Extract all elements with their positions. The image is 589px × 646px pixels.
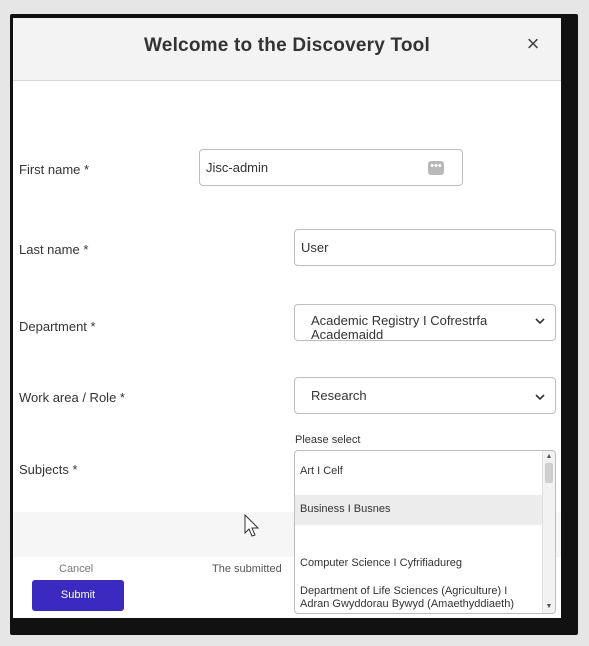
subject-option-line1: Department of Life Sciences (Agriculture…: [300, 585, 508, 597]
scroll-down-icon[interactable]: ▼: [545, 603, 553, 611]
submit-button[interactable]: Submit: [32, 580, 124, 611]
work-area-label: Work area / Role *: [19, 390, 125, 405]
submitted-note: The submitted: [212, 563, 282, 575]
subjects-label: Subjects *: [19, 462, 78, 477]
department-label: Department *: [19, 319, 96, 334]
cancel-button[interactable]: Cancel: [59, 563, 93, 575]
subjects-listbox[interactable]: Art I Celf Business I Busnes Computer Sc…: [294, 450, 556, 614]
work-area-select[interactable]: Research: [294, 377, 556, 414]
subject-option[interactable]: Department of Life Sciences (Agriculture…: [295, 585, 545, 613]
last-name-field[interactable]: User: [294, 229, 556, 266]
first-name-label: First name *: [19, 162, 90, 177]
screen: Welcome to the Discovery Tool × First na…: [0, 0, 589, 646]
subject-option[interactable]: Art I Celf: [295, 465, 545, 481]
first-name-value: Jisc-admin: [206, 160, 269, 175]
chevron-down-icon: [535, 314, 545, 329]
scroll-thumb[interactable]: [545, 463, 553, 483]
subject-option-line2: Adran Gwyddorau Bywyd (Amaethyddiaeth): [300, 598, 514, 610]
subjects-hint: Please select: [295, 434, 361, 446]
listbox-scrollbar[interactable]: ▲ ▼: [542, 451, 555, 613]
first-name-field[interactable]: Jisc-admin •••: [199, 149, 463, 186]
modal-header: Welcome to the Discovery Tool ×: [13, 18, 561, 81]
mouse-cursor-icon: [244, 514, 260, 537]
subject-option-highlighted[interactable]: Business I Busnes: [295, 495, 545, 525]
welcome-modal: Welcome to the Discovery Tool × First na…: [13, 18, 561, 618]
dots-icon[interactable]: •••: [428, 161, 444, 175]
scroll-up-icon[interactable]: ▲: [545, 453, 553, 461]
chevron-down-icon: [535, 390, 545, 405]
last-name-value: User: [301, 240, 329, 255]
department-value: Academic Registry I Cofrestrfa Academaid…: [311, 314, 487, 342]
subject-option[interactable]: Computer Science I Cyfrifiadureg: [295, 557, 545, 573]
close-icon[interactable]: ×: [521, 32, 545, 56]
department-value-line1: Academic Registry I Cofrestrfa: [311, 313, 488, 328]
last-name-label: Last name *: [19, 242, 89, 257]
department-value-line2: Academaidd: [311, 327, 384, 342]
modal-title: Welcome to the Discovery Tool: [144, 35, 430, 56]
department-select[interactable]: Academic Registry I Cofrestrfa Academaid…: [294, 304, 556, 342]
work-area-value: Research: [311, 388, 367, 403]
